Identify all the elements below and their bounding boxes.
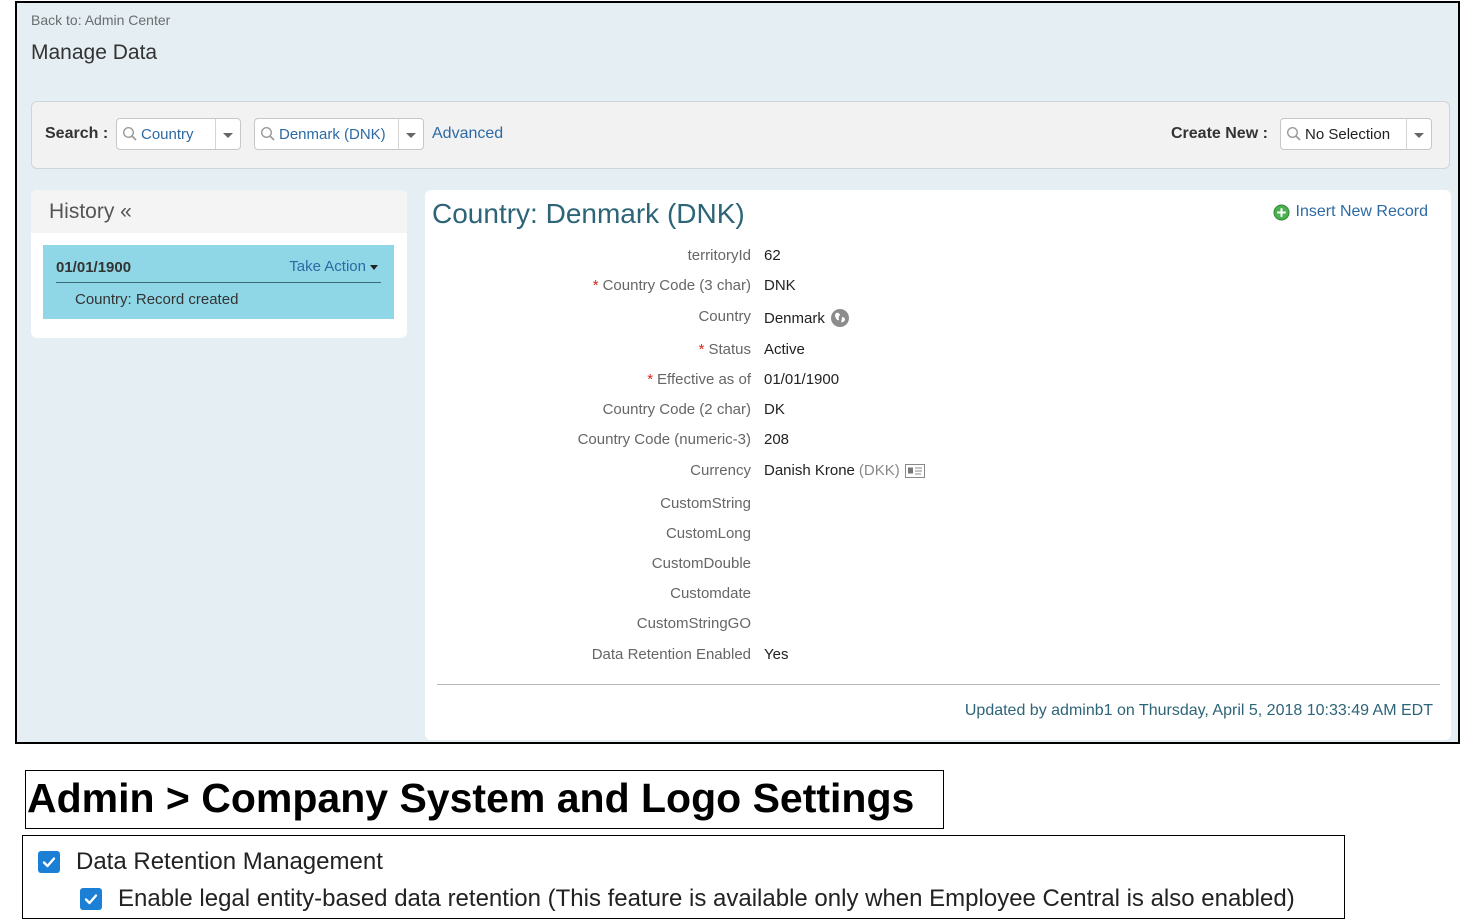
search-icon bbox=[260, 126, 275, 141]
field-label: * Country Code (3 char) bbox=[592, 277, 751, 294]
field-label: * Effective as of bbox=[647, 371, 751, 388]
field-row-custom-long: CustomLong bbox=[425, 525, 1451, 547]
field-value: DK bbox=[764, 401, 785, 418]
required-marker: * bbox=[647, 371, 654, 388]
field-row-currency: Currency Danish Krone (DKK) bbox=[425, 462, 1451, 484]
object-type-combo[interactable]: Country bbox=[116, 118, 241, 150]
search-label: Search : bbox=[45, 125, 109, 142]
record-search-value: Denmark (DNK) bbox=[279, 125, 386, 143]
field-row-country-code-numeric: Country Code (numeric-3) 208 bbox=[425, 431, 1451, 453]
field-value: 208 bbox=[764, 431, 790, 448]
take-action-menu[interactable]: Take Action bbox=[289, 258, 378, 275]
advanced-search-link[interactable]: Advanced bbox=[432, 125, 503, 143]
field-value: Danish Krone (DKK) bbox=[764, 462, 925, 479]
page-title: Manage Data bbox=[31, 41, 158, 64]
record-title: Country: Denmark (DNK) bbox=[432, 198, 745, 229]
field-value: Yes bbox=[764, 646, 789, 663]
field-label: Currency bbox=[690, 462, 751, 479]
divider bbox=[437, 684, 1440, 685]
globe-icon[interactable] bbox=[830, 308, 850, 328]
data-retention-management-checkbox[interactable] bbox=[38, 851, 60, 873]
field-label: Customdate bbox=[670, 585, 751, 602]
field-value: 01/01/1900 bbox=[764, 371, 840, 388]
caret-down-icon bbox=[370, 264, 378, 270]
back-to-admin-center-link[interactable]: Back to: Admin Center bbox=[31, 12, 170, 28]
record-search-combo[interactable]: Denmark (DNK) bbox=[254, 118, 424, 150]
create-new-value: No Selection bbox=[1305, 125, 1391, 143]
take-action-label: Take Action bbox=[289, 258, 366, 275]
field-label: Data Retention Enabled bbox=[591, 646, 751, 663]
required-marker: * bbox=[698, 341, 705, 358]
insert-new-record-label: Insert New Record bbox=[1295, 203, 1429, 220]
country-value: Denmark bbox=[764, 309, 825, 327]
caption-title: Admin > Company System and Logo Settings bbox=[27, 775, 915, 821]
field-row-custom-string: CustomString bbox=[425, 495, 1451, 517]
object-type-value: Country bbox=[141, 125, 194, 143]
history-title[interactable]: History « bbox=[49, 200, 132, 224]
enable-legal-entity-retention-checkbox[interactable] bbox=[80, 888, 102, 910]
field-value: DNK bbox=[764, 277, 796, 294]
field-label: Country bbox=[698, 308, 751, 325]
field-label: CustomDouble bbox=[651, 555, 751, 572]
updated-by-text: Updated by adminb1 on Thursday, April 5,… bbox=[964, 702, 1433, 719]
field-label: * Status bbox=[698, 341, 751, 358]
checkmark-icon bbox=[84, 894, 98, 905]
currency-code: (DKK) bbox=[858, 462, 900, 479]
search-icon bbox=[122, 126, 137, 141]
field-label: territoryId bbox=[687, 247, 751, 264]
currency-value: Danish Krone bbox=[764, 462, 855, 479]
field-label: Country Code (2 char) bbox=[602, 401, 751, 418]
field-value: Active bbox=[764, 341, 805, 358]
field-label: Country Code (numeric-3) bbox=[577, 431, 751, 448]
chevron-down-icon[interactable] bbox=[1406, 119, 1431, 149]
field-row-effective-as-of: * Effective as of 01/01/1900 bbox=[425, 371, 1451, 393]
insert-new-record-link[interactable]: Insert New Record bbox=[1273, 203, 1429, 221]
field-row-data-retention-enabled: Data Retention Enabled Yes bbox=[425, 646, 1451, 668]
field-row-custom-string-go: CustomStringGO bbox=[425, 615, 1451, 637]
search-icon bbox=[1286, 126, 1301, 141]
field-row-status: * Status Active bbox=[425, 341, 1451, 363]
record-panel: Country: Denmark (DNK) Insert New Record… bbox=[425, 190, 1451, 740]
caption-box: Admin > Company System and Logo Settings bbox=[25, 770, 944, 829]
field-row-territory-id: territoryId 62 bbox=[425, 247, 1451, 269]
create-new-combo[interactable]: No Selection bbox=[1280, 118, 1432, 150]
data-retention-management-label: Data Retention Management bbox=[76, 848, 383, 875]
chevron-down-icon[interactable] bbox=[215, 119, 240, 149]
settings-box: Data Retention Management Enable legal e… bbox=[22, 835, 1345, 919]
search-bar: Search : Country Denmark (DNK) Advanced … bbox=[31, 101, 1450, 169]
field-value: Denmark bbox=[764, 308, 850, 328]
history-entry-date: 01/01/1900 bbox=[56, 259, 132, 276]
field-row-country-code-2: Country Code (2 char) DK bbox=[425, 401, 1451, 423]
history-entry-description: Country: Record created bbox=[75, 291, 239, 308]
history-panel: History « 01/01/1900 Take Action Country… bbox=[31, 190, 407, 338]
checkmark-icon bbox=[42, 857, 56, 868]
create-new-label: Create New : bbox=[1171, 125, 1268, 142]
field-label: CustomLong bbox=[665, 525, 751, 542]
field-row-custom-double: CustomDouble bbox=[425, 555, 1451, 577]
divider bbox=[56, 282, 381, 283]
history-entry[interactable]: 01/01/1900 Take Action Country: Record c… bbox=[43, 245, 394, 319]
field-row-custom-date: Customdate bbox=[425, 585, 1451, 607]
field-row-country-code-3: * Country Code (3 char) DNK bbox=[425, 277, 1451, 299]
field-row-country: Country Denmark bbox=[425, 308, 1451, 330]
required-marker: * bbox=[592, 277, 599, 294]
field-value: 62 bbox=[764, 247, 781, 264]
add-circle-icon bbox=[1273, 204, 1289, 220]
manage-data-screen: Back to: Admin Center Manage Data Search… bbox=[15, 1, 1460, 744]
field-label: CustomString bbox=[660, 495, 751, 512]
field-label: CustomStringGO bbox=[636, 615, 751, 632]
chevron-down-icon[interactable] bbox=[398, 119, 423, 149]
details-card-icon[interactable] bbox=[904, 463, 925, 478]
enable-legal-entity-retention-label: Enable legal entity-based data retention… bbox=[118, 885, 1295, 912]
